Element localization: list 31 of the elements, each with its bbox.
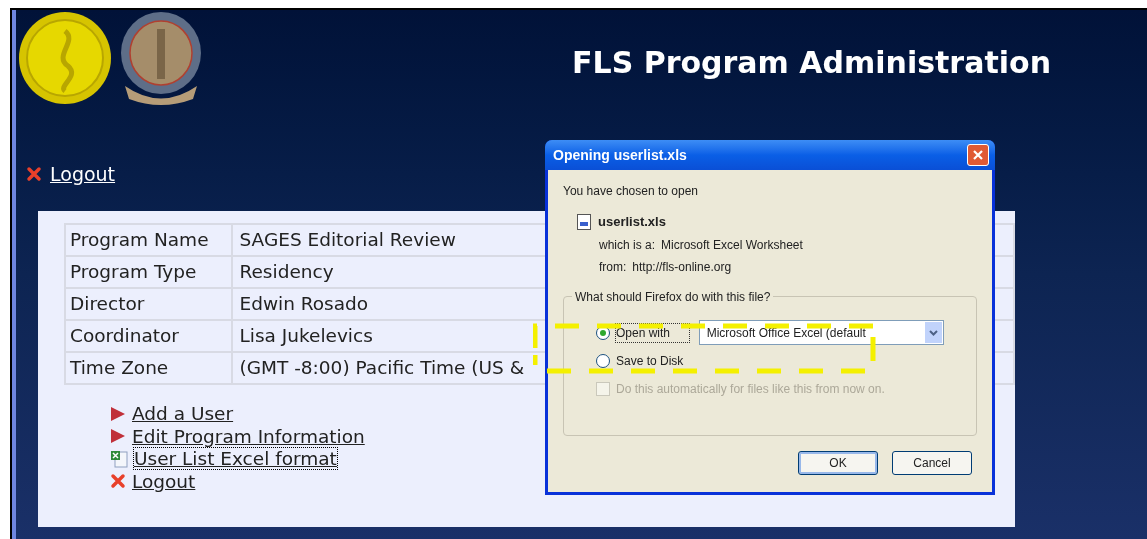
source-label: from:: [599, 258, 627, 276]
intro-text: You have chosen to open: [563, 183, 699, 200]
action-link[interactable]: Logout: [132, 470, 196, 492]
play-arrow-icon: [110, 428, 126, 445]
dropdown-button[interactable]: [925, 322, 942, 343]
file-source: http://fls-online.org: [632, 258, 732, 276]
logout-link[interactable]: Logout: [26, 160, 116, 189]
file-type: Microsoft Excel Worksheet: [661, 236, 803, 254]
file-icon: [577, 213, 592, 230]
close-icon: [26, 166, 42, 183]
field-label: Director: [65, 287, 233, 320]
close-button[interactable]: [967, 144, 989, 166]
dialog-button[interactable]: OK: [798, 450, 878, 475]
field-label: Program Type: [65, 255, 233, 288]
dialog-title: Opening userlist.xls: [553, 145, 687, 165]
chevron-down-icon: [929, 329, 938, 336]
action-link[interactable]: User List Excel format: [134, 448, 337, 470]
type-label: which is a:: [599, 236, 656, 254]
close-icon: [110, 473, 126, 490]
page-title: FLS Program Administration: [572, 44, 1051, 82]
radio-button[interactable]: [596, 353, 610, 368]
field-label: Coordinator: [65, 319, 233, 352]
field-label: Time Zone: [65, 351, 233, 384]
play-arrow-icon: [110, 405, 126, 422]
action-link[interactable]: Edit Program Information: [132, 425, 365, 447]
spreadsheet-icon: [110, 449, 128, 468]
dialog-button[interactable]: Cancel: [892, 450, 972, 475]
radio-label: Save to Disk: [616, 352, 685, 370]
field-label: Program Name: [65, 223, 233, 256]
close-icon: [972, 149, 984, 161]
action-link[interactable]: Add a User: [132, 403, 234, 425]
